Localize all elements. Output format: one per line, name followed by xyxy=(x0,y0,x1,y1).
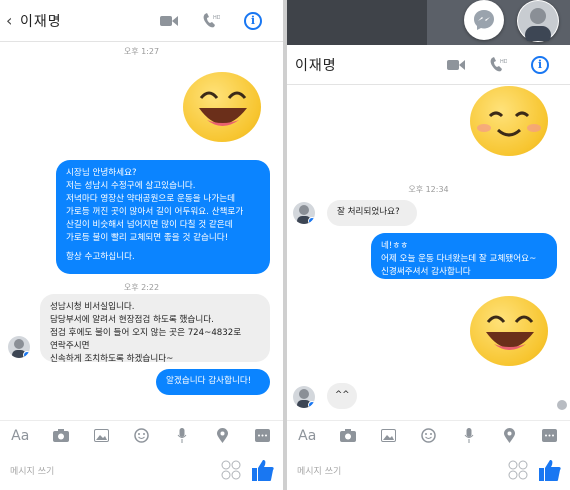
more-icon[interactable] xyxy=(252,425,274,447)
chat-panel-left: ‹ 이재명 HD i 오후 1:27 시장님 안녕하세요? 저는 성남시 수정구… xyxy=(0,0,283,490)
video-camera-icon[interactable] xyxy=(444,53,468,77)
video-camera-icon[interactable] xyxy=(157,9,181,33)
messenger-badge-icon xyxy=(308,217,315,224)
received-message-bubble[interactable]: ^^ xyxy=(327,383,357,409)
chat-panel-right: 이재명 HD i 오후 12:34 잘 처리되었나요? 네!ㅎㅎ 어제 오늘 운… xyxy=(287,0,570,490)
received-message-bubble[interactable]: 성남시청 비서실입니다. 담당부서에 알려서 현장점검 하도록 했습니다. 점검… xyxy=(40,294,270,364)
phone-hd-icon[interactable]: HD xyxy=(486,53,510,77)
camera-icon[interactable] xyxy=(337,425,359,447)
composer: 메시지 쓰기 xyxy=(287,455,570,485)
camera-icon[interactable] xyxy=(50,425,72,447)
avatar[interactable] xyxy=(293,202,315,224)
messenger-badge-icon xyxy=(23,351,30,358)
message-timestamp: 오후 1:27 xyxy=(123,47,160,56)
emoji-icon[interactable] xyxy=(130,425,152,447)
avatar[interactable] xyxy=(293,386,315,408)
laughing-sticker xyxy=(470,296,548,366)
phone-hd-icon[interactable]: HD xyxy=(199,9,223,33)
text-format-button[interactable]: Aa xyxy=(9,425,31,447)
back-chevron-icon[interactable]: ‹ xyxy=(6,11,16,30)
contact-name: 이재명 xyxy=(295,57,337,74)
contact-name: 이재명 xyxy=(20,13,62,30)
microphone-icon[interactable] xyxy=(171,425,193,447)
sent-message-bubble[interactable]: 알겠습니다 감사합니다! xyxy=(156,369,270,395)
thumbs-up-icon[interactable] xyxy=(538,458,562,482)
text-format-button[interactable]: Aa xyxy=(296,425,318,447)
location-pin-icon[interactable] xyxy=(498,425,520,447)
message-timestamp: 오후 2:22 xyxy=(123,283,160,292)
seen-avatar xyxy=(557,400,567,410)
laughing-sticker xyxy=(183,72,261,142)
avatar[interactable] xyxy=(8,336,30,358)
emoji-icon[interactable] xyxy=(417,425,439,447)
received-message-bubble[interactable]: 잘 처리되었나요? xyxy=(327,200,417,226)
chat-header: 이재명 HD i xyxy=(287,45,570,85)
chat-header: ‹ 이재명 HD i xyxy=(0,0,283,42)
info-icon[interactable]: i xyxy=(241,9,265,33)
composer: 메시지 쓰기 xyxy=(0,455,283,485)
chat-head-avatar[interactable] xyxy=(517,0,559,42)
svg-text:HD: HD xyxy=(500,59,507,65)
sticker-icon[interactable] xyxy=(221,460,241,480)
more-icon[interactable] xyxy=(539,425,561,447)
sent-message-bubble[interactable]: 네!ㅎㅎ 어제 오늘 운동 다녀왔는데 잘 교체됐어요~ 신경써주셔서 감사합니… xyxy=(371,233,557,279)
composer-toolbar: Aa xyxy=(287,420,570,450)
photo-icon[interactable] xyxy=(90,425,112,447)
message-input[interactable]: 메시지 쓰기 xyxy=(297,464,508,477)
svg-text:HD: HD xyxy=(213,15,220,21)
photo-icon[interactable] xyxy=(377,425,399,447)
composer-toolbar: Aa xyxy=(0,420,283,450)
info-icon[interactable]: i xyxy=(528,53,552,77)
sticker-icon[interactable] xyxy=(508,460,528,480)
laughing-sticker xyxy=(470,86,548,156)
message-timestamp: 오후 12:34 xyxy=(408,185,449,194)
microphone-icon[interactable] xyxy=(458,425,480,447)
messenger-badge-icon xyxy=(308,401,315,408)
messenger-icon[interactable] xyxy=(464,0,504,40)
message-input[interactable]: 메시지 쓰기 xyxy=(10,464,221,477)
thumbs-up-icon[interactable] xyxy=(251,458,275,482)
location-pin-icon[interactable] xyxy=(211,425,233,447)
sent-message-bubble[interactable]: 시장님 안녕하세요? 저는 성남시 수정구에 살고있습니다. 저녁마다 영장산 … xyxy=(56,160,270,274)
